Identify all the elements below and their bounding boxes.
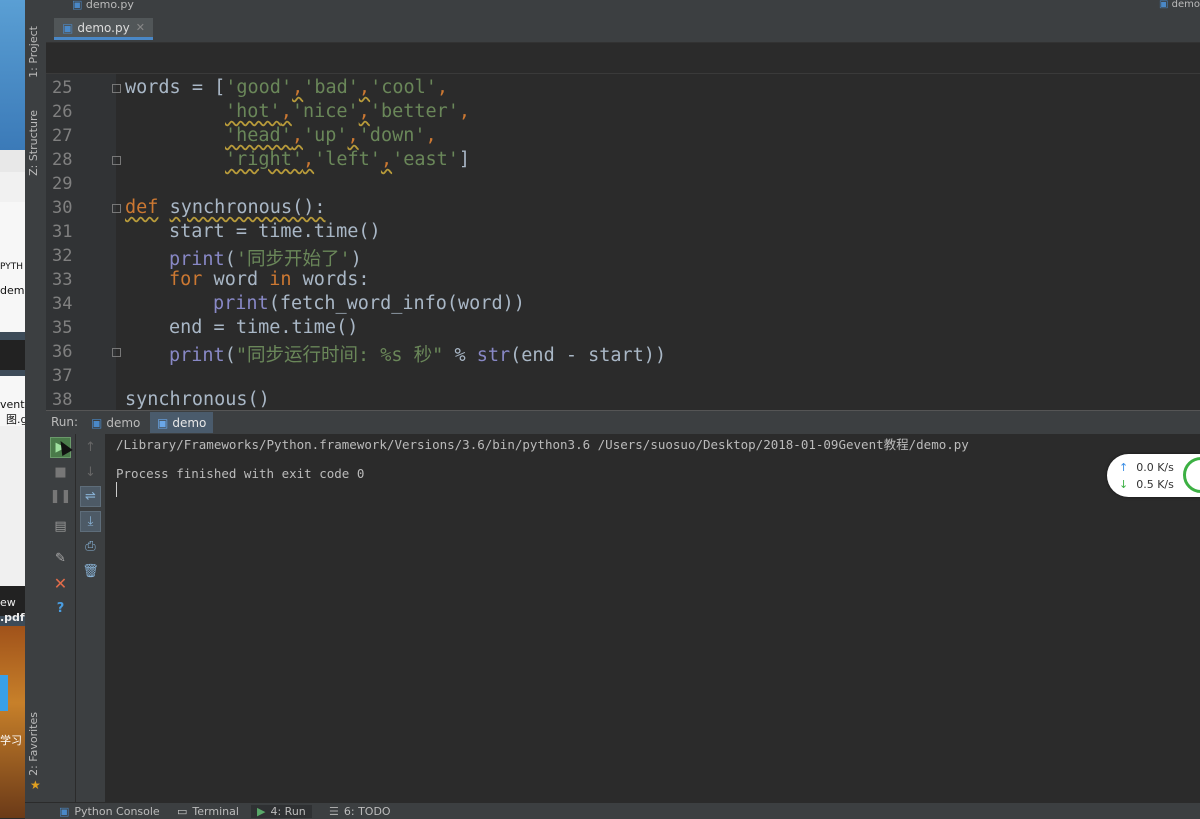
close-icon[interactable]: ✕: [50, 573, 71, 594]
print-icon[interactable]: ⎙: [80, 536, 101, 557]
trash-icon[interactable]: 🗑: [80, 561, 101, 582]
desktop-label: demo: [0, 284, 25, 297]
arrow-down-icon: ↓: [1119, 478, 1129, 491]
fold-marker-icon[interactable]: [112, 156, 121, 165]
code-line-36: print("同步运行时间: %s 秒" % str(end - start)): [169, 345, 667, 366]
gauge-icon: [1183, 457, 1200, 493]
play-icon: ▶: [257, 805, 266, 818]
fold-marker-icon[interactable]: [112, 204, 121, 213]
python-file-icon: ▣: [72, 0, 83, 11]
line-number: 26: [52, 102, 73, 122]
structure-tool-button[interactable]: Z: Structure: [27, 110, 40, 176]
console-line: /Library/Frameworks/Python.framework/Ver…: [116, 437, 969, 452]
code-line-27: 'head','up','down',: [225, 125, 437, 146]
python-file-icon: ▣: [91, 415, 103, 430]
code-editor[interactable]: 25 26 27 28 29 30 31 32 33 34 35 36 37 3…: [46, 43, 1200, 410]
fold-marker-icon[interactable]: [112, 348, 121, 357]
desktop-label: .pdf: [0, 611, 25, 624]
editor-tab-demo[interactable]: ▣ demo.py ✕: [54, 18, 153, 40]
todo-tab[interactable]: ☰ 6: TODO: [329, 805, 391, 818]
line-number: 31: [52, 222, 73, 242]
scroll-to-end-icon[interactable]: ⤓: [80, 511, 101, 532]
run-panel-header: Run: ▣ demo ▣ demo: [46, 410, 1200, 435]
desktop-label: vent教: [0, 398, 25, 411]
arrow-down-icon[interactable]: ↓: [80, 462, 101, 483]
code-line-38: synchronous(): [125, 389, 270, 410]
line-number: 37: [52, 366, 73, 386]
code-line-33: for word in words:: [169, 269, 370, 290]
run-tab-demo-active[interactable]: ▣ demo: [150, 412, 214, 433]
project-tool-button[interactable]: 1: Project: [27, 26, 40, 78]
favorites-tool-button[interactable]: 2: Favorites: [27, 712, 40, 776]
desktop-strip: PYTH demo vent教 图.g ew .pdf 学习: [0, 0, 25, 818]
star-icon: ★: [30, 778, 41, 792]
code-line-35: end = time.time(): [169, 317, 359, 338]
code-line-34: print(fetch_word_info(word)): [213, 293, 525, 314]
run-tab-demo[interactable]: ▣ demo: [84, 412, 147, 433]
run-label: Run:: [51, 415, 79, 429]
arrow-up-icon[interactable]: ↑: [80, 437, 101, 458]
code-line-26: 'hot','nice','better',: [225, 101, 471, 122]
tab-label: demo.py: [77, 20, 130, 35]
run-toolbar: ▶ ■ ❚❚ ▤ ✎ ✕ ?: [46, 434, 76, 802]
run-tab[interactable]: ▶ 4: Run: [251, 805, 312, 818]
code-line-31: start = time.time(): [169, 221, 381, 242]
pin-icon[interactable]: ✎: [50, 548, 71, 569]
line-number: 34: [52, 294, 73, 314]
desktop-label: 图.g: [6, 413, 25, 426]
layout-icon[interactable]: ▤: [50, 516, 71, 537]
python-console-tab[interactable]: ▣ Python Console: [59, 805, 160, 818]
console-toolbar: ↑ ↓ ⇌ ⤓ ⎙ 🗑: [76, 434, 106, 802]
line-number: 38: [52, 390, 73, 410]
editor-tab-bar: ▣ demo.py ✕: [46, 14, 1200, 43]
close-icon[interactable]: ✕: [136, 21, 145, 34]
python-icon: ▣: [59, 805, 70, 818]
breadcrumb[interactable]: ▣ demo.py: [72, 0, 134, 12]
breadcrumb-file[interactable]: demo.py: [86, 0, 134, 11]
console-output[interactable]: /Library/Frameworks/Python.framework/Ver…: [106, 434, 1200, 802]
arrow-up-icon: ↑: [1119, 461, 1129, 474]
stop-icon[interactable]: ■: [50, 462, 71, 483]
bottom-tool-bar: ▣ Python Console ▭ Terminal ▶ 4: Run ☰ 6: TO…: [25, 802, 1200, 819]
editor-toolbar: [46, 43, 1200, 74]
soft-wrap-icon[interactable]: ⇌: [80, 486, 101, 507]
desktop-label: PYTH: [0, 262, 23, 272]
line-number: 30: [52, 198, 73, 218]
desktop-label: 学习: [0, 734, 22, 747]
line-number: 33: [52, 270, 73, 290]
python-file-icon: ▣: [1159, 0, 1169, 10]
terminal-tab[interactable]: ▭ Terminal: [177, 805, 239, 818]
code-line-32: print('同步开始了'): [169, 249, 362, 270]
help-icon[interactable]: ?: [50, 598, 71, 619]
navigation-bar: ▣ demo.py ▣ demo: [46, 0, 1200, 14]
download-speed: 0.5 K/s: [1136, 478, 1174, 491]
line-number: 35: [52, 318, 73, 338]
line-number: 29: [52, 174, 73, 194]
network-speed-widget[interactable]: ↑ 0.0 K/s ↓ 0.5 K/s: [1107, 454, 1200, 497]
desktop-label: ew: [0, 596, 16, 609]
python-file-icon: ▣: [157, 415, 169, 430]
left-tool-stripe: 1: Project Z: Structure 2: Favorites ★: [25, 0, 47, 802]
code-line-28: 'right','left','east']: [225, 149, 471, 170]
terminal-icon: ▭: [177, 805, 188, 818]
line-number: 25: [52, 78, 73, 98]
code-line-30: def synchronous():: [125, 197, 326, 218]
console-line: Process finished with exit code 0: [116, 466, 365, 481]
python-file-icon: ▣: [62, 20, 74, 35]
text-cursor: [116, 482, 117, 497]
code-line-25: words = ['good','bad','cool',: [125, 77, 449, 98]
pause-icon[interactable]: ❚❚: [50, 486, 72, 507]
breadcrumb-right[interactable]: ▣ demo: [1159, 0, 1200, 10]
line-number: 36: [52, 342, 73, 362]
todo-icon: ☰: [329, 805, 339, 818]
line-number: 32: [52, 246, 73, 266]
line-number: 28: [52, 150, 73, 170]
fold-marker-icon[interactable]: [112, 84, 121, 93]
line-number: 27: [52, 126, 73, 146]
upload-speed: 0.0 K/s: [1136, 461, 1174, 474]
